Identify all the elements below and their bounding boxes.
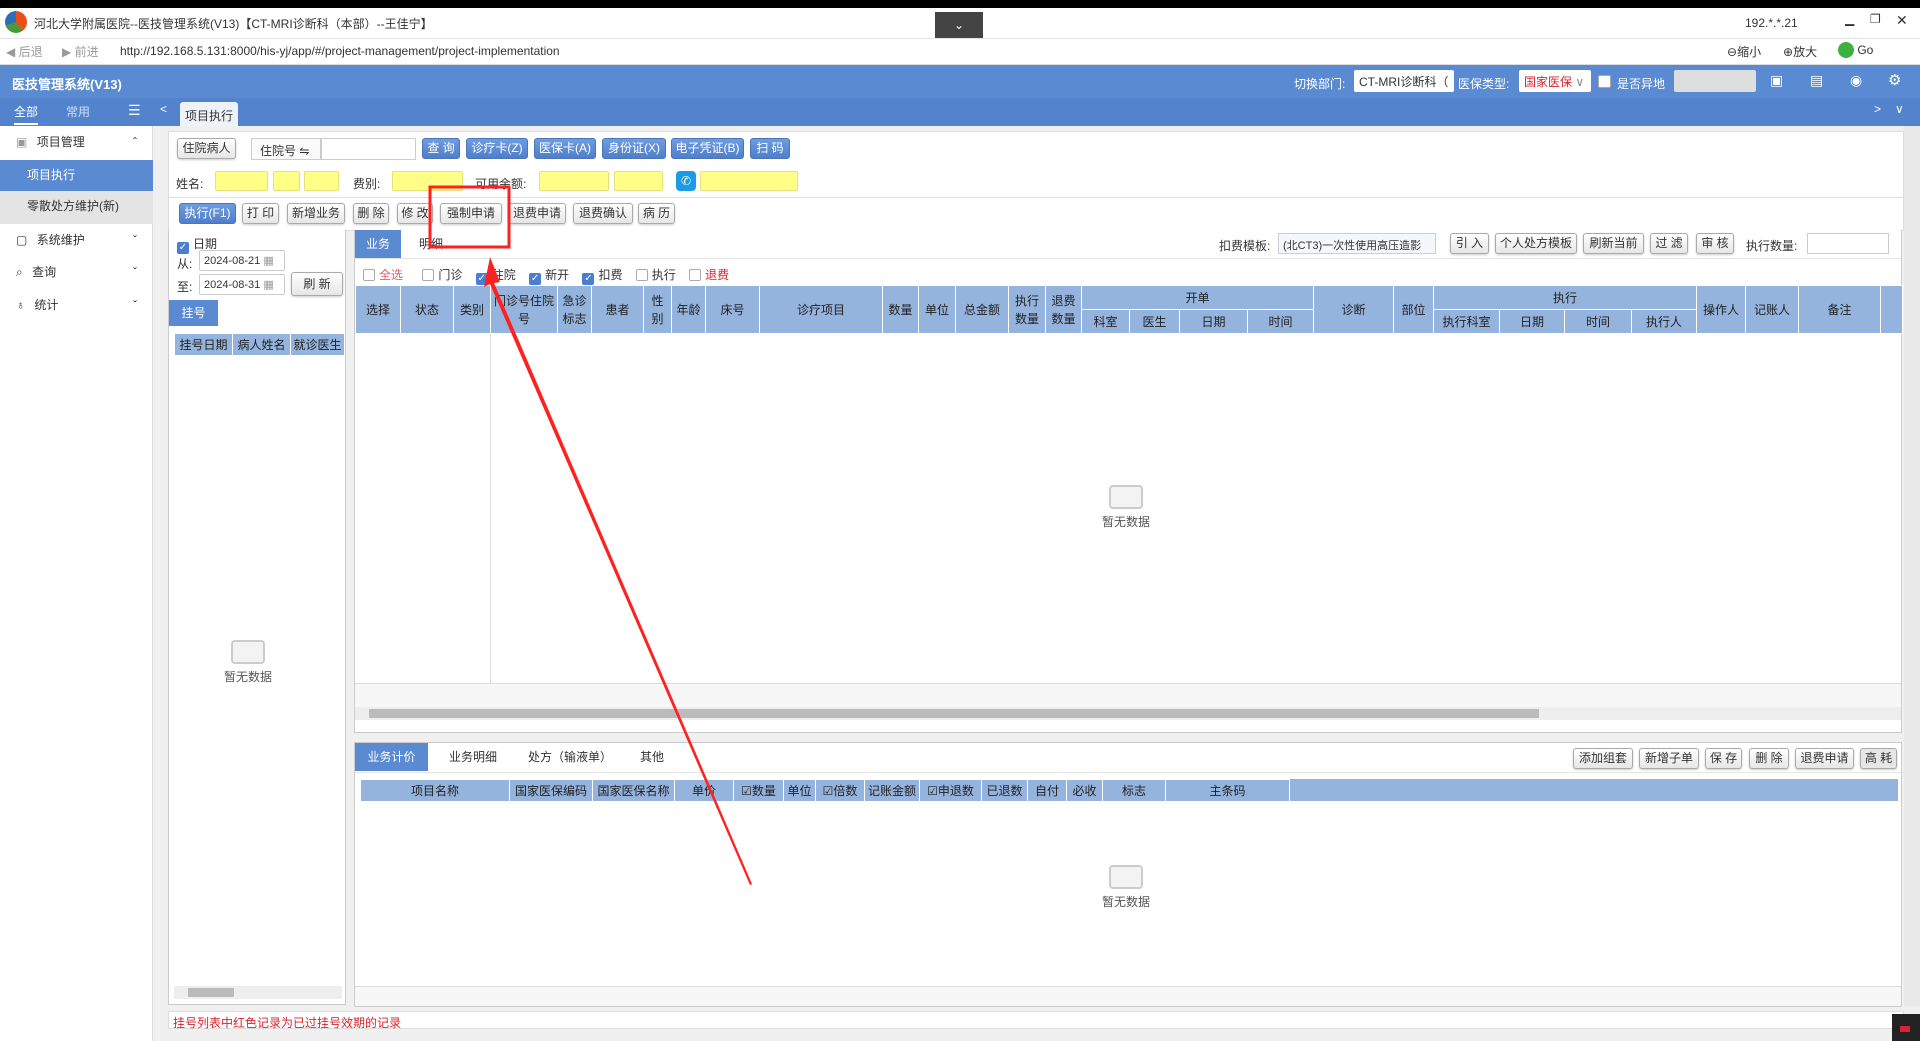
annotation-box [428, 185, 511, 249]
annotation-overlay [428, 185, 752, 885]
annotation-arrow [484, 257, 752, 885]
